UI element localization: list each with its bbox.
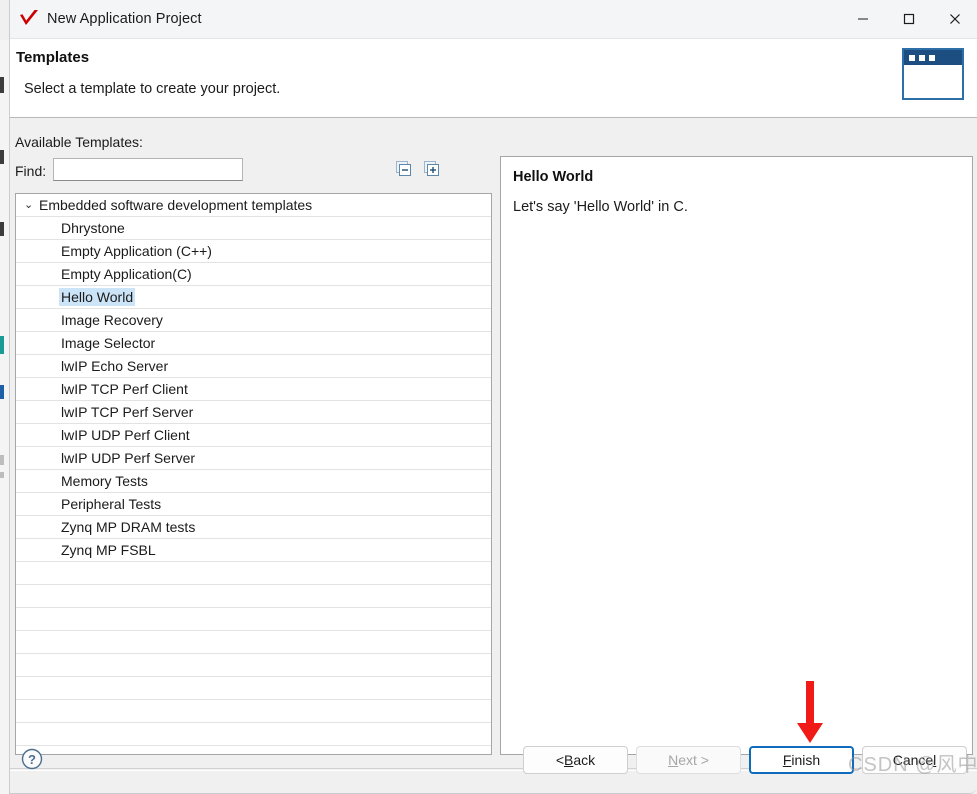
background-marker — [0, 150, 4, 164]
template-list-item[interactable]: lwIP UDP Perf Client — [16, 424, 491, 447]
template-list-item[interactable]: lwIP UDP Perf Server — [16, 447, 491, 470]
dialog-window-icon — [902, 48, 964, 100]
template-list-empty-row — [16, 631, 491, 654]
template-list-item-label: Image Selector — [61, 335, 156, 351]
close-button[interactable] — [932, 0, 977, 39]
template-list-item[interactable]: Dhrystone — [16, 217, 491, 240]
template-list-item[interactable]: lwIP TCP Perf Server — [16, 401, 491, 424]
template-list-item-label: Zynq MP FSBL — [61, 542, 156, 558]
wizard-banner: Templates Select a template to create yo… — [10, 39, 977, 118]
chevron-down-icon[interactable]: ⌄ — [24, 199, 39, 211]
title-bar: New Application Project — [10, 0, 977, 39]
template-list-empty-row — [16, 723, 491, 746]
finish-button[interactable]: Finish — [749, 746, 854, 774]
background-marker — [0, 472, 4, 478]
window-title: New Application Project — [47, 11, 202, 27]
template-list-item[interactable]: Empty Application (C++) — [16, 240, 491, 263]
dialog-button-row: < Back Next > Finish Cance l — [523, 746, 967, 774]
application-window: New Application Project Templates Select… — [0, 0, 977, 794]
template-description-panel: Hello World Let's say 'Hello World' in C… — [500, 156, 973, 755]
find-input[interactable] — [53, 158, 243, 181]
template-list-item[interactable]: Peripheral Tests — [16, 493, 491, 516]
template-list-empty-row — [16, 677, 491, 700]
tree-toolbar — [393, 159, 441, 179]
template-list-item-label: Image Recovery — [61, 312, 163, 328]
background-marker — [0, 455, 4, 465]
template-list-item[interactable]: lwIP Echo Server — [16, 355, 491, 378]
back-button[interactable]: < Back — [523, 746, 628, 774]
template-list-item[interactable]: lwIP TCP Perf Client — [16, 378, 491, 401]
template-list-item-label: Zynq MP DRAM tests — [61, 519, 196, 535]
template-list-item-label: Hello World — [59, 288, 136, 306]
tree-group-label: Embedded software development templates — [39, 197, 313, 213]
cancel-button[interactable]: Cance l — [862, 746, 967, 774]
template-list-item[interactable]: Empty Application(C) — [16, 263, 491, 286]
template-list-item[interactable]: Zynq MP FSBL — [16, 539, 491, 562]
dialog-body: Available Templates: Find: ⌄ Embedded so… — [10, 118, 977, 793]
background-marker — [0, 222, 4, 236]
template-list-item-label: Peripheral Tests — [61, 496, 162, 512]
page-title: Templates — [16, 49, 90, 66]
tree-group-row[interactable]: ⌄ Embedded software development templates — [16, 194, 491, 217]
window-controls — [840, 0, 977, 39]
svg-text:?: ? — [28, 752, 36, 767]
template-list[interactable]: ⌄ Embedded software development templates… — [15, 193, 492, 755]
description-text: Let's say 'Hello World' in C. — [513, 199, 688, 215]
template-list-empty-row — [16, 585, 491, 608]
page-subtitle: Select a template to create your project… — [24, 81, 281, 97]
available-templates-label: Available Templates: — [15, 134, 143, 150]
template-list-item-label: Memory Tests — [61, 473, 148, 489]
maximize-button[interactable] — [886, 0, 932, 39]
new-application-project-dialog: New Application Project Templates Select… — [9, 0, 977, 794]
red-check-icon — [18, 8, 40, 30]
template-list-empty-row — [16, 654, 491, 677]
template-list-item[interactable]: Memory Tests — [16, 470, 491, 493]
template-list-item[interactable]: Zynq MP DRAM tests — [16, 516, 491, 539]
template-list-empty-row — [16, 562, 491, 585]
template-list-item-label: lwIP UDP Perf Client — [61, 427, 190, 443]
template-list-item-label: Dhrystone — [61, 220, 125, 236]
template-list-item-label: lwIP Echo Server — [61, 358, 169, 374]
collapse-all-icon[interactable] — [393, 159, 413, 179]
template-list-item-label: Empty Application(C) — [61, 266, 192, 282]
find-label: Find: — [15, 163, 47, 179]
template-list-item[interactable]: Hello World — [16, 286, 491, 309]
template-list-item[interactable]: Image Selector — [16, 332, 491, 355]
template-list-item-label: lwIP TCP Perf Client — [61, 381, 188, 397]
template-list-item-label: Empty Application (C++) — [61, 243, 212, 259]
expand-all-icon[interactable] — [421, 159, 441, 179]
template-list-item-label: lwIP TCP Perf Server — [61, 404, 194, 420]
help-question-icon[interactable]: ? — [20, 747, 44, 771]
template-list-item-label: lwIP UDP Perf Server — [61, 450, 196, 466]
background-marker — [0, 77, 4, 93]
next-button: Next > — [636, 746, 741, 774]
template-list-empty-row — [16, 700, 491, 723]
minimize-button[interactable] — [840, 0, 886, 39]
background-marker — [0, 336, 4, 354]
background-marker — [0, 385, 4, 399]
description-title: Hello World — [513, 169, 594, 185]
template-list-item[interactable]: Image Recovery — [16, 309, 491, 332]
template-list-empty-row — [16, 608, 491, 631]
